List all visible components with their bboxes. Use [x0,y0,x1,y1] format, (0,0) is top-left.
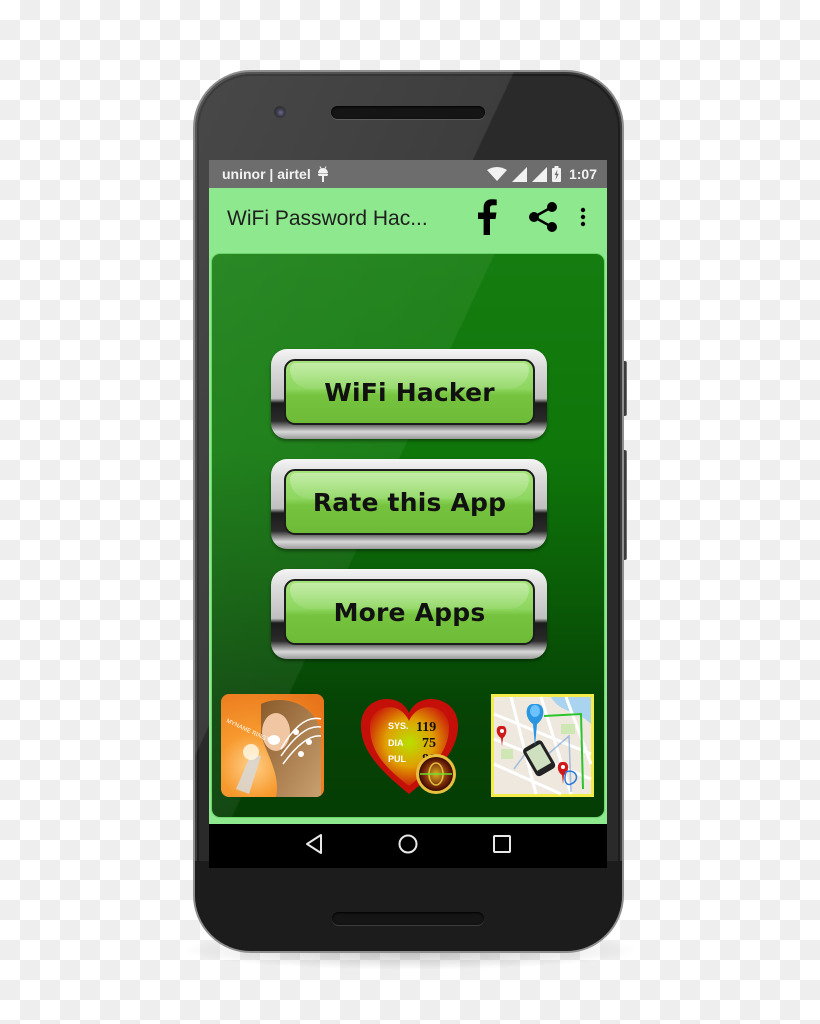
facebook-button[interactable] [465,197,509,241]
mobile-locator-map-icon [491,694,594,797]
dia-label: DIA [388,738,404,748]
promo-app-blood-pressure[interactable]: SYS. 119 DIA 75 PUL 80 [358,694,461,797]
recents-button[interactable] [482,826,522,866]
back-icon [304,833,324,860]
status-bar: uninor | airtel 1:07 [209,160,607,188]
pul-label: PUL [388,754,407,764]
earpiece-speaker [331,106,485,119]
promo-app-ringtone[interactable]: MYNAME RINGTO [221,694,324,797]
promo-app-mobile-locator[interactable] [491,694,594,797]
rate-app-label: Rate this App [312,487,507,517]
sys-value: 119 [416,720,436,735]
blood-pressure-app-icon: SYS. 119 DIA 75 PUL 80 [360,699,459,794]
back-button[interactable] [294,826,334,866]
signal-icon [511,166,527,182]
home-icon [397,833,419,860]
main-content: WiFi Hacker Rate this App More Apps MYNA… [209,250,607,824]
phone-chin [195,861,622,951]
recents-icon [492,834,512,859]
overflow-menu-button[interactable] [573,197,593,241]
battery-charging-icon [551,166,561,182]
rate-app-button[interactable]: Rate this App [271,459,547,549]
carrier-label: uninor | airtel [222,166,311,182]
wifi-icon [486,167,507,181]
more-vert-icon [580,207,586,232]
signal-icon [531,166,547,182]
wifi-hacker-button[interactable]: WiFi Hacker [271,349,547,439]
sys-label: SYS. [388,721,409,731]
bottom-speaker [332,912,484,925]
app-title: WiFi Password Hac... [227,207,428,230]
share-icon [528,201,558,238]
more-apps-label: More Apps [333,597,486,627]
wifi-hacker-label: WiFi Hacker [324,377,495,407]
menu-card: WiFi Hacker Rate this App More Apps MYNA… [211,253,605,818]
clock: 1:07 [568,166,597,182]
share-button[interactable] [521,197,565,241]
facebook-icon [477,198,497,240]
front-camera [274,106,286,118]
more-apps-button[interactable]: More Apps [271,569,547,659]
home-button[interactable] [388,826,428,866]
app-bar: WiFi Password Hac... [209,188,607,250]
phone-screen: uninor | airtel 1:07 WiFi Password Hac..… [209,160,607,868]
navigation-bar [209,824,607,868]
dia-value: 75 [422,736,436,751]
name-ringtone-app-icon: MYNAME RINGTO [221,694,324,797]
android-debug-icon [317,166,329,182]
